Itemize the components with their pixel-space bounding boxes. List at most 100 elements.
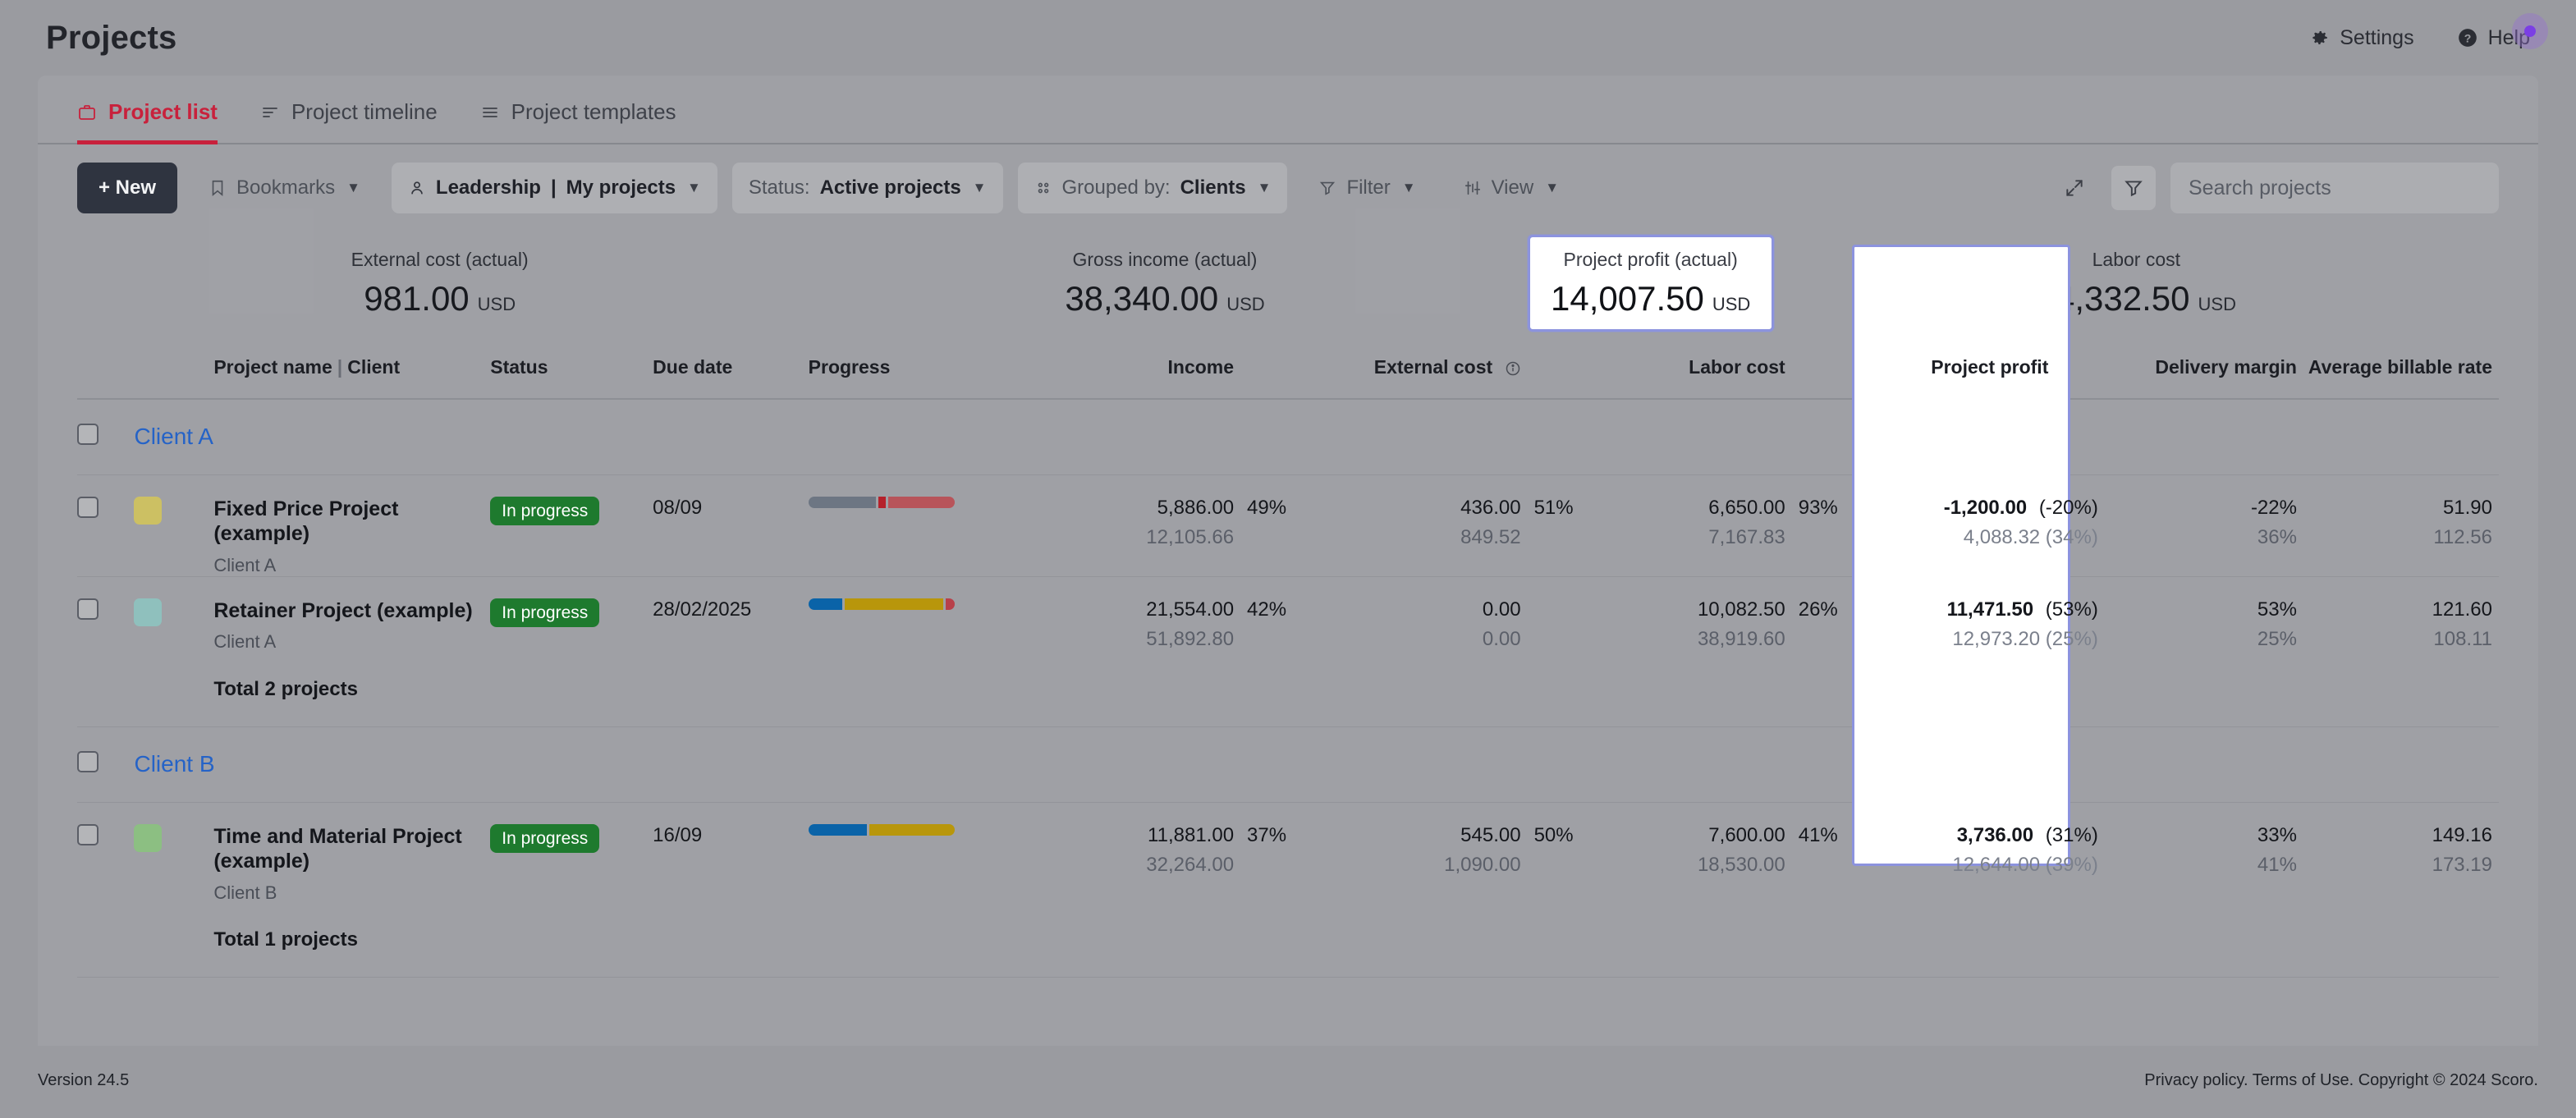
income-value: 21,554.00	[1146, 598, 1235, 621]
content-card: Project list Project timeline Project te…	[38, 76, 2538, 1046]
external-cost-value: 545.00	[1460, 823, 1521, 846]
external-cost-sub: 0.00	[1482, 627, 1521, 650]
th-label-client: Client	[347, 356, 401, 378]
th-project-name[interactable]: Project name | Client	[213, 337, 491, 400]
person-icon	[408, 179, 426, 197]
progress-segment	[808, 823, 868, 836]
status-badge[interactable]: In progress	[490, 496, 600, 525]
kpi-project-profit[interactable]: Project profit (actual) 14,007.50 USD	[1527, 235, 1774, 332]
delivery-margin-sub: 41%	[2257, 853, 2297, 876]
info-icon[interactable]	[1505, 360, 1521, 377]
group-header-row[interactable]: Client A	[77, 399, 2499, 475]
progress-segment	[887, 496, 955, 508]
external-cost-cell: 545.00 1,090.00	[1327, 802, 1527, 904]
project-profit-sub: 12,973.20 (25%)	[1952, 627, 2098, 650]
th-external-cost[interactable]: External cost	[1327, 337, 1528, 400]
row-status-cell: In progress	[490, 474, 653, 576]
th-delivery-margin[interactable]: Delivery margin	[2104, 337, 2303, 400]
tab-project-templates[interactable]: Project templates	[480, 99, 676, 143]
table-row[interactable]: Fixed Price Project (example) Client A I…	[77, 474, 2499, 576]
project-profit-cell: 11,471.50 (53%) 12,973.20 (25%)	[1874, 575, 2105, 653]
project-name-link[interactable]: Time and Material Project (example)	[213, 824, 490, 874]
status-badge[interactable]: In progress	[490, 823, 600, 853]
project-client: Client A	[213, 554, 277, 575]
row-checkbox-cell[interactable]	[77, 474, 134, 576]
quick-filter-button[interactable]	[2111, 166, 2156, 210]
group-name[interactable]: Client B	[134, 751, 214, 777]
checkbox[interactable]	[77, 750, 99, 772]
income-value: 11,881.00	[1148, 823, 1235, 846]
expand-fullscreen-button[interactable]	[2052, 166, 2097, 210]
project-name-link[interactable]: Retainer Project (example)	[213, 598, 490, 624]
checkbox[interactable]	[77, 496, 99, 518]
funnel-icon	[1318, 179, 1336, 197]
row-progress-cell	[808, 474, 1042, 576]
kpi-amount: 981.00	[364, 278, 470, 318]
settings-button[interactable]: Settings	[2308, 26, 2414, 50]
labor-cost-cell: 7,600.00 18,530.00	[1611, 802, 1792, 904]
row-checkbox-cell[interactable]	[77, 575, 135, 653]
chevron-down-icon: ▼	[972, 180, 987, 195]
income-pct-cell: 42%	[1240, 575, 1327, 653]
th-due-date[interactable]: Due date	[653, 337, 809, 400]
th-labor-cost[interactable]: Labor cost	[1610, 337, 1792, 400]
th-status[interactable]: Status	[490, 337, 653, 400]
th-progress[interactable]: Progress	[808, 337, 1042, 400]
tab-project-timeline[interactable]: Project timeline	[260, 99, 438, 143]
labor-cost-cell: 10,082.50 38,919.60	[1610, 575, 1792, 653]
kpi-value: 981.00 USD	[364, 279, 516, 318]
table-row[interactable]: Time and Material Project (example) Clie…	[77, 802, 2499, 904]
project-profit-value: -1,200.00	[1943, 496, 2028, 519]
scope-value: My projects	[566, 176, 676, 199]
tab-label: Project list	[108, 99, 218, 124]
group-total-row: Total 2 projects	[77, 653, 2499, 727]
delivery-margin-sub: 36%	[2257, 525, 2297, 548]
th-select-all[interactable]	[77, 337, 135, 400]
view-button[interactable]: View ▼	[1447, 163, 1575, 213]
status-badge[interactable]: In progress	[490, 598, 600, 627]
income-sub: 12,105.66	[1146, 525, 1235, 548]
abr-sub: 108.11	[2433, 627, 2492, 650]
checkbox[interactable]	[77, 423, 99, 445]
checkbox[interactable]	[77, 598, 99, 620]
kpi-external-cost[interactable]: External cost (actual) 981.00 USD	[77, 230, 802, 337]
group-checkbox-cell[interactable]	[77, 726, 135, 803]
income-value: 5,886.00	[1157, 496, 1235, 519]
status-filter[interactable]: Status: Active projects ▼	[731, 163, 1003, 213]
project-name-link[interactable]: Fixed Price Project (example)	[213, 497, 490, 547]
timeline-icon	[260, 103, 280, 122]
tab-project-list[interactable]: Project list	[77, 99, 218, 144]
income-sub: 51,892.80	[1146, 627, 1235, 650]
filter-button[interactable]: Filter ▼	[1302, 163, 1432, 213]
bookmarks-label: Bookmarks	[236, 176, 336, 199]
tab-label: Project templates	[511, 99, 676, 124]
external-cost-value: 436.00	[1460, 496, 1521, 519]
th-income[interactable]: Income	[1041, 337, 1241, 400]
group-by-selector[interactable]: Grouped by: Clients ▼	[1017, 163, 1288, 213]
th-average-billable-rate[interactable]: Average billable rate	[2303, 337, 2499, 400]
progress-segment	[946, 598, 955, 610]
table-row[interactable]: Retainer Project (example) Client A In p…	[77, 575, 2499, 653]
group-checkbox-cell[interactable]	[77, 399, 135, 475]
delivery-margin-value: 33%	[2257, 823, 2297, 846]
labor-cost-sub: 18,530.00	[1697, 853, 1785, 876]
kpi-gross-income[interactable]: Gross income (actual) 38,340.00 USD	[802, 230, 1527, 337]
bookmarks-button[interactable]: Bookmarks ▼	[192, 163, 377, 213]
delivery-margin-value: 53%	[2257, 598, 2297, 621]
search-input[interactable]: Search projects	[2170, 163, 2499, 213]
group-header-row[interactable]: Client B	[77, 726, 2499, 803]
group-name[interactable]: Client A	[134, 424, 213, 449]
legal-links[interactable]: Privacy policy. Terms of Use. Copyright …	[2144, 1071, 2538, 1090]
row-due-cell: 08/09	[653, 474, 809, 576]
new-button[interactable]: + New	[77, 163, 178, 213]
delivery-margin-cell: 33% 41%	[2105, 802, 2303, 904]
delivery-margin-cell: -22% 36%	[2105, 474, 2303, 576]
checkbox[interactable]	[77, 823, 99, 845]
abr-value: 121.60	[2432, 598, 2492, 621]
row-checkbox-cell[interactable]	[77, 802, 134, 904]
th-project-profit[interactable]: Project profit	[1874, 337, 2105, 400]
scope-selector[interactable]: Leadership | My projects ▼	[391, 163, 717, 213]
progress-bar	[808, 496, 955, 508]
status-prefix: Status:	[748, 176, 810, 199]
sliders-icon	[1464, 179, 1482, 197]
